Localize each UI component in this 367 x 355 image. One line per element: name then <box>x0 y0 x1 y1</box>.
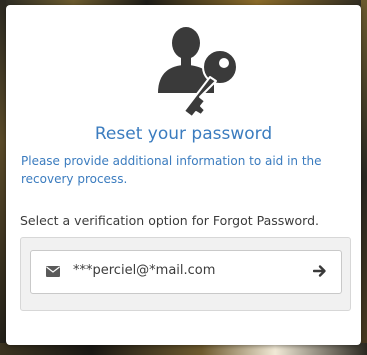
verification-options-panel: ***perciel@*mail.com <box>20 237 351 311</box>
email-option-label: ***perciel@*mail.com <box>73 263 216 278</box>
email-verification-option[interactable]: ***perciel@*mail.com <box>30 250 342 294</box>
page-title: Reset your password <box>94 124 273 144</box>
subtitle: Please provide additional information to… <box>21 154 322 186</box>
reset-password-dialog: Reset your password Please provide addit… <box>6 5 361 345</box>
background-right <box>361 0 367 355</box>
arrow-right-icon <box>313 265 326 277</box>
user-key-icon <box>158 27 238 118</box>
envelope-icon <box>46 266 60 277</box>
instruction-text: Select a verification option for Forgot … <box>20 213 319 228</box>
